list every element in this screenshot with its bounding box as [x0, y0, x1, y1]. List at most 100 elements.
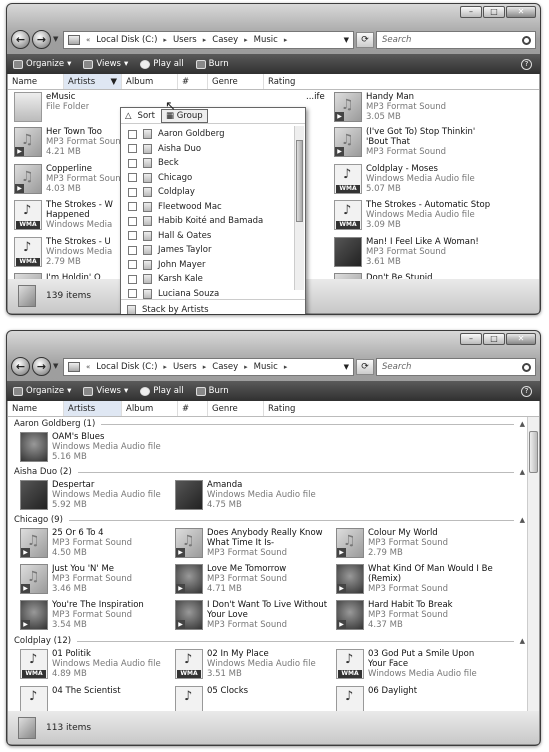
- menu-scrollbar[interactable]: [294, 126, 304, 290]
- play-all-button[interactable]: Play all: [140, 386, 184, 396]
- back-icon[interactable]: ←: [11, 357, 30, 376]
- column-header-genre[interactable]: Genre: [208, 401, 264, 416]
- artist-option[interactable]: Beck: [121, 156, 293, 171]
- play-all-button[interactable]: Play all: [140, 59, 184, 69]
- artist-option[interactable]: Hall & Oates: [121, 229, 293, 244]
- list-item[interactable]: ♪ WMA 01 Politik Windows Media Audio file 4…: [20, 649, 180, 683]
- checkbox[interactable]: [128, 202, 137, 212]
- address-bar[interactable]: « Local Disk (C:) ▸ Users ▸ Casey ▸ Musi…: [63, 31, 354, 49]
- list-item[interactable]: ▶ 25 Or 6 To 4MP3 Format Sound4.50 MB: [20, 528, 180, 562]
- breadcrumb-item[interactable]: Users: [173, 362, 197, 372]
- breadcrumb-item[interactable]: Local Disk (C:): [96, 362, 157, 372]
- artist-option[interactable]: Aisha Duo: [121, 142, 293, 157]
- list-item[interactable]: ♪ WMA Coldplay - Moses Windows Media Audio…: [334, 164, 494, 198]
- checkbox[interactable]: [128, 289, 137, 299]
- list-item[interactable]: ▶ Love Me Tomorrow MP3 Format Sound 4.71 M…: [175, 564, 335, 598]
- group-header[interactable]: Chicago (9) ▲: [14, 514, 525, 526]
- search-icon[interactable]: [522, 362, 531, 372]
- recent-pages-icon[interactable]: ▼: [53, 35, 58, 43]
- column-header-rating[interactable]: Rating: [264, 401, 324, 416]
- chevron-down-icon[interactable]: ▼: [344, 36, 349, 44]
- list-item[interactable]: ▶ Colour My WorldMP3 Format Sound2.79 MB: [336, 528, 496, 562]
- breadcrumb-item[interactable]: Casey: [212, 35, 238, 45]
- search-input[interactable]: Search: [376, 31, 536, 49]
- search-icon[interactable]: [522, 35, 531, 45]
- views-button[interactable]: Views ▾: [83, 59, 128, 69]
- column-header-rating[interactable]: Rating: [264, 74, 324, 89]
- artist-option[interactable]: Fleetwood Mac: [121, 200, 293, 215]
- list-item[interactable]: ▶ Does Anybody Really KnowWhat Time It I…: [175, 528, 335, 562]
- list-item[interactable]: ♪ 06 Daylight: [336, 686, 496, 712]
- sort-option[interactable]: Sort: [138, 111, 155, 121]
- artist-option[interactable]: Habib Koité and Bamada: [121, 214, 293, 229]
- refresh-icon[interactable]: ⟳: [356, 32, 374, 48]
- minimize-button[interactable]: –: [460, 333, 482, 345]
- list-item[interactable]: ▶ (I've Got To) Stop Thinkin''Bout ThatM…: [334, 127, 494, 161]
- checkbox[interactable]: [128, 173, 137, 183]
- organize-button[interactable]: Organize ▾: [13, 59, 71, 69]
- close-button[interactable]: ✕: [506, 6, 536, 18]
- collapse-icon[interactable]: ▲: [520, 516, 525, 524]
- list-item[interactable]: ♪ 04 The Scientist: [20, 686, 180, 712]
- breadcrumb-item[interactable]: Music: [254, 35, 278, 45]
- burn-button[interactable]: Burn: [195, 386, 229, 396]
- chevron-down-icon[interactable]: ▼: [110, 77, 117, 87]
- list-item[interactable]: ♪ 05 Clocks: [175, 686, 335, 712]
- checkbox[interactable]: [128, 245, 137, 255]
- search-input[interactable]: Search: [376, 358, 536, 376]
- list-item[interactable]: ▶ Handy ManMP3 Format Sound3.05 MB: [334, 92, 494, 126]
- checkbox[interactable]: [128, 158, 137, 168]
- list-item[interactable]: ▶ You're The Inspiration MP3 Format Sound…: [20, 600, 180, 634]
- back-icon[interactable]: ←: [11, 30, 30, 49]
- group-header[interactable]: Aaron Goldberg (1) ▲: [14, 418, 525, 430]
- organize-button[interactable]: Organize ▾: [13, 386, 71, 396]
- scrollbar-thumb[interactable]: [296, 140, 303, 222]
- checkbox[interactable]: [128, 144, 137, 154]
- chevron-down-icon[interactable]: ▼: [344, 363, 349, 371]
- artist-option[interactable]: Karsh Kale: [121, 272, 293, 287]
- list-item[interactable]: ▶ Just You 'N' MeMP3 Format Sound3.46 MB: [20, 564, 180, 598]
- checkbox[interactable]: [128, 231, 137, 241]
- recent-pages-icon[interactable]: ▼: [53, 362, 58, 370]
- list-item[interactable]: OAM's Blues Windows Media Audio file 5.16 …: [20, 432, 180, 466]
- scrollbar-thumb[interactable]: [529, 431, 538, 473]
- checkbox[interactable]: [128, 187, 137, 197]
- stack-by-artists-option[interactable]: Stack by Artists: [121, 299, 305, 314]
- column-header-genre[interactable]: Genre: [208, 74, 264, 89]
- list-item[interactable]: ▶ I Don't Want To Live Without Your Love M…: [175, 600, 335, 634]
- column-header-number[interactable]: #: [178, 401, 208, 416]
- list-item[interactable]: ♪ WMA 02 In My Place Windows Media Audio f…: [175, 649, 335, 683]
- group-header[interactable]: Coldplay (12) ▲: [14, 635, 525, 647]
- column-header-name[interactable]: Name: [8, 401, 64, 416]
- list-item[interactable]: ▶ What Kind Of Man Would I Be (Remix) MP3 …: [336, 564, 496, 598]
- collapse-icon[interactable]: ▲: [520, 637, 525, 645]
- vertical-scrollbar[interactable]: [527, 417, 539, 712]
- collapse-icon[interactable]: ▲: [520, 468, 525, 476]
- column-header-artists[interactable]: Artists ▼: [64, 74, 122, 89]
- list-item[interactable]: Despertar Windows Media Audio file 5.92 MB: [20, 480, 180, 514]
- column-header-artists[interactable]: Artists: [64, 401, 122, 416]
- breadcrumb-item[interactable]: Local Disk (C:): [96, 35, 157, 45]
- column-header-album[interactable]: Album: [122, 401, 178, 416]
- artist-option[interactable]: Coldplay: [121, 185, 293, 200]
- sort-icon[interactable]: △: [125, 111, 132, 121]
- breadcrumb-item[interactable]: Users: [173, 35, 197, 45]
- forward-icon[interactable]: →: [32, 357, 51, 376]
- breadcrumb-item[interactable]: Casey: [212, 362, 238, 372]
- close-button[interactable]: ✕: [506, 333, 536, 345]
- list-item[interactable]: ♪ WMA 03 God Put a Smile Upon Your Face Win…: [336, 649, 496, 683]
- list-item[interactable]: Man! I Feel Like A Woman! MP3 Format Soun…: [334, 237, 494, 271]
- list-item[interactable]: ♪ WMA The Strokes - Automatic Stop Windows…: [334, 200, 494, 234]
- address-bar[interactable]: « Local Disk (C:) ▸ Users ▸ Casey ▸ Musi…: [63, 358, 354, 376]
- breadcrumb-item[interactable]: Music: [254, 362, 278, 372]
- views-button[interactable]: Views ▾: [83, 386, 128, 396]
- checkbox[interactable]: [128, 260, 137, 270]
- help-icon[interactable]: ?: [521, 385, 532, 397]
- artist-option[interactable]: John Mayer: [121, 258, 293, 273]
- checkbox[interactable]: [128, 274, 137, 284]
- maximize-button[interactable]: □: [483, 333, 505, 345]
- list-item[interactable]: ...ife: [306, 92, 326, 126]
- list-item[interactable]: Amanda Windows Media Audio file 4.75 MB: [175, 480, 335, 514]
- artist-option[interactable]: Aaron Goldberg: [121, 127, 293, 142]
- help-icon[interactable]: ?: [521, 58, 532, 70]
